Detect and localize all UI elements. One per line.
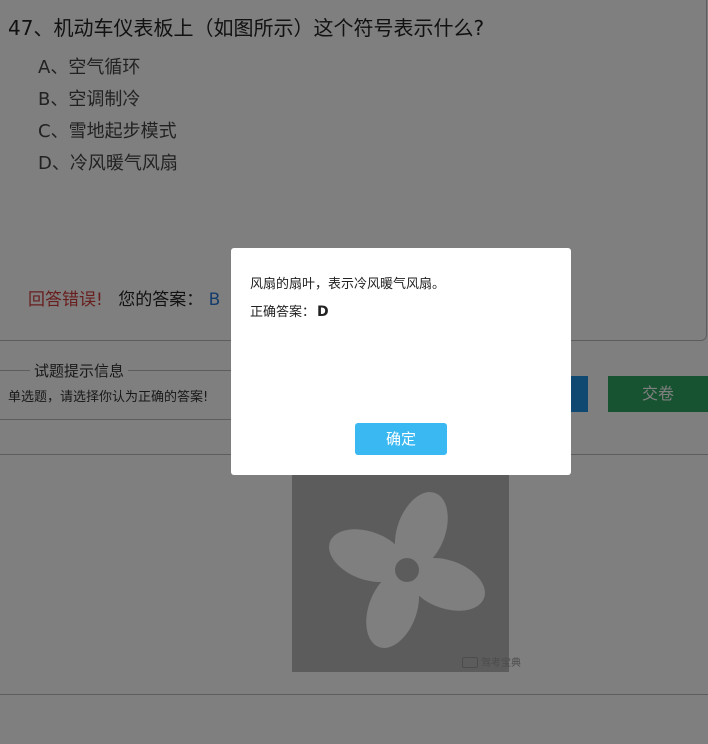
answer-dialog: 风扇的扇叶，表示冷风暖气风扇。 正确答案： D 确定 — [231, 248, 571, 475]
confirm-button[interactable]: 确定 — [355, 423, 447, 455]
correct-answer-line: 正确答案： D — [250, 301, 329, 320]
correct-answer: D — [317, 304, 329, 320]
correct-answer-label: 正确答案： — [250, 305, 316, 320]
explanation-text: 风扇的扇叶，表示冷风暖气风扇。 — [250, 277, 446, 292]
